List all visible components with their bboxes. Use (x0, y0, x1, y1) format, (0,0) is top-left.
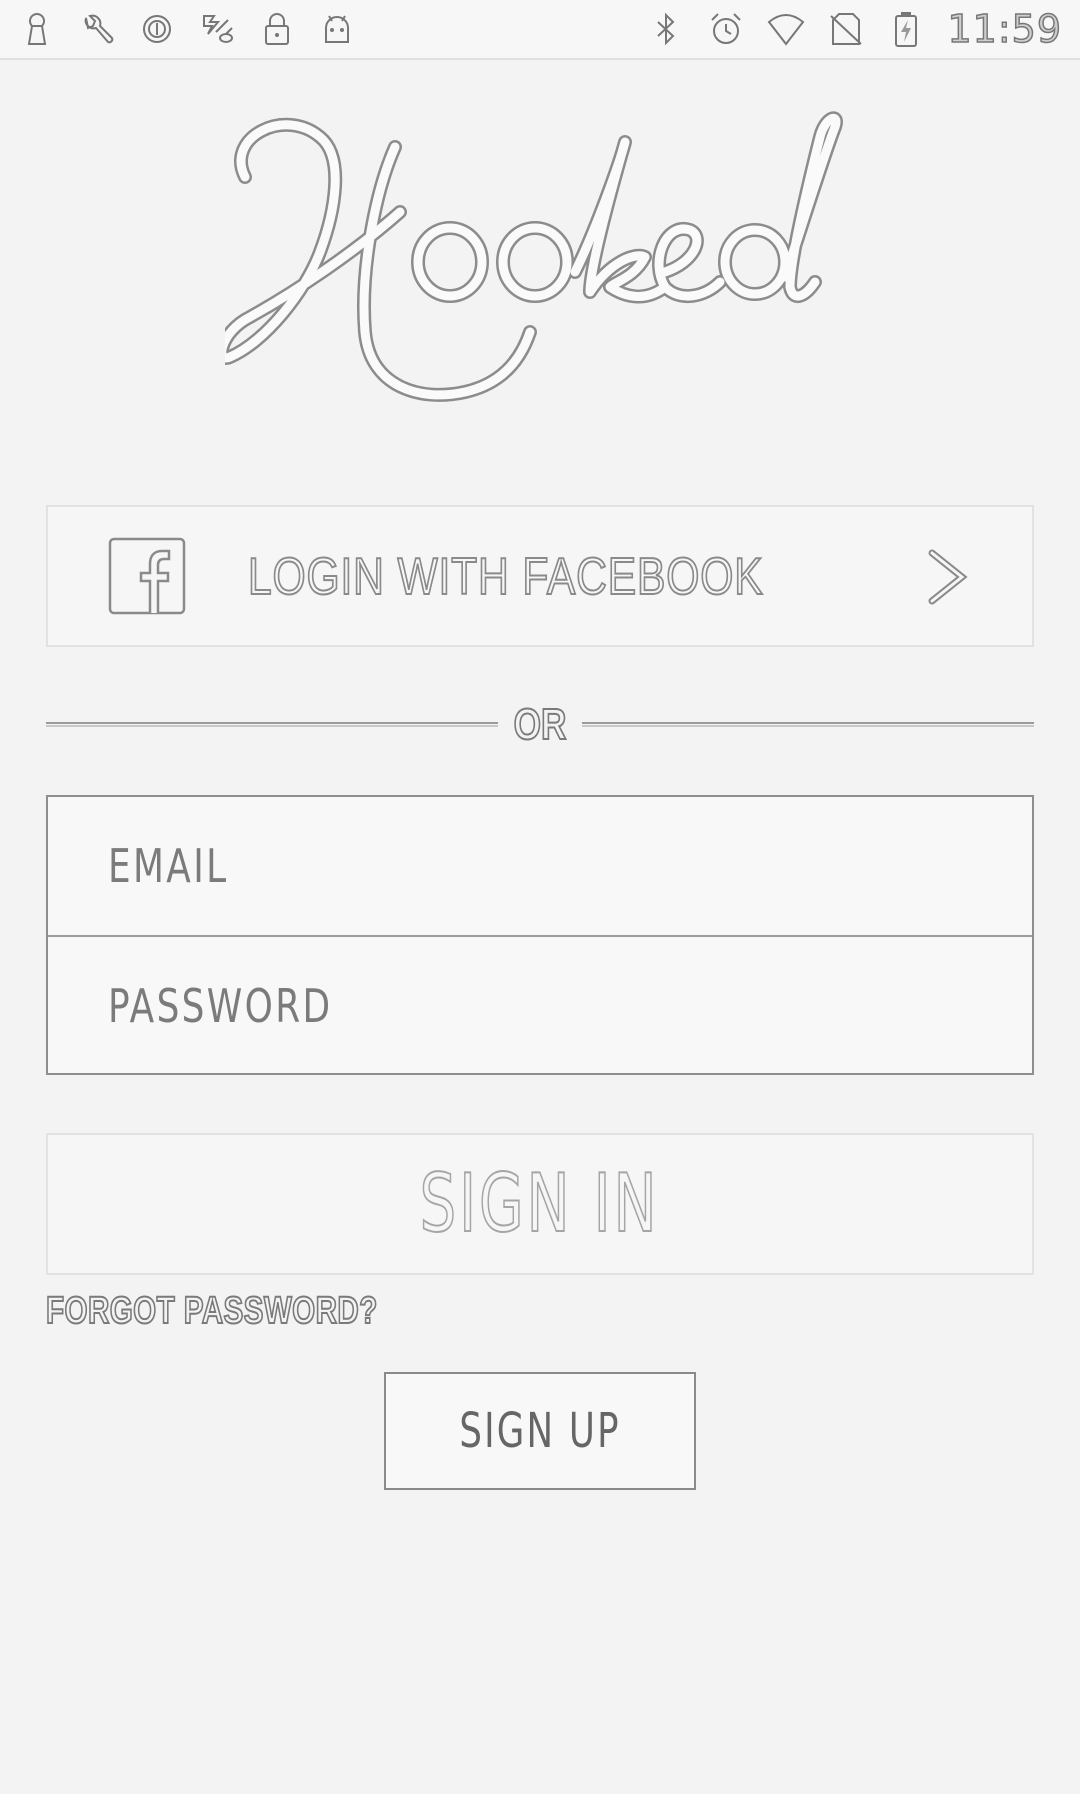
sign-up-label: SIGN UP (459, 1403, 621, 1459)
no-sim-icon (827, 10, 865, 48)
status-bar: 11:59 (0, 0, 1080, 60)
circle-o-icon (138, 10, 176, 48)
login-with-facebook-button[interactable]: LOGIN WITH FACEBOOK (46, 505, 1034, 647)
status-bar-right: 11:59 (647, 6, 1062, 52)
battery-charging-icon (887, 10, 925, 48)
divider-line-right (582, 722, 1034, 727)
sign-in-label: SIGN IN (419, 1156, 660, 1251)
wifi-icon (767, 10, 805, 48)
hooked-logo (225, 111, 843, 402)
divider-line-left (46, 722, 498, 727)
sign-up-button[interactable]: SIGN UP (384, 1372, 696, 1490)
or-label: OR (513, 699, 567, 750)
chevron-right-icon (928, 549, 968, 605)
lock-icon (258, 10, 296, 48)
alarm-icon (707, 10, 745, 48)
fan-icon (198, 10, 236, 48)
bluetooth-icon (647, 10, 685, 48)
facebook-icon (108, 537, 186, 615)
keyhole-icon (18, 10, 56, 48)
email-row: EMAIL (48, 797, 1032, 937)
status-bar-left (18, 10, 356, 48)
or-divider: OR (46, 699, 1034, 750)
status-time: 11:59 (947, 6, 1062, 52)
sign-in-button[interactable]: SIGN IN (46, 1133, 1034, 1275)
android-icon (318, 10, 356, 48)
login-form: EMAIL PASSWORD (46, 795, 1034, 1077)
facebook-button-label: LOGIN WITH FACEBOOK (247, 547, 764, 607)
wrench-icon (78, 10, 116, 48)
forgot-password-link[interactable]: FORGOT PASSWORD? (45, 1289, 378, 1333)
email-field[interactable] (106, 797, 990, 937)
password-row: PASSWORD (48, 937, 1032, 1077)
password-field[interactable] (106, 937, 990, 1077)
